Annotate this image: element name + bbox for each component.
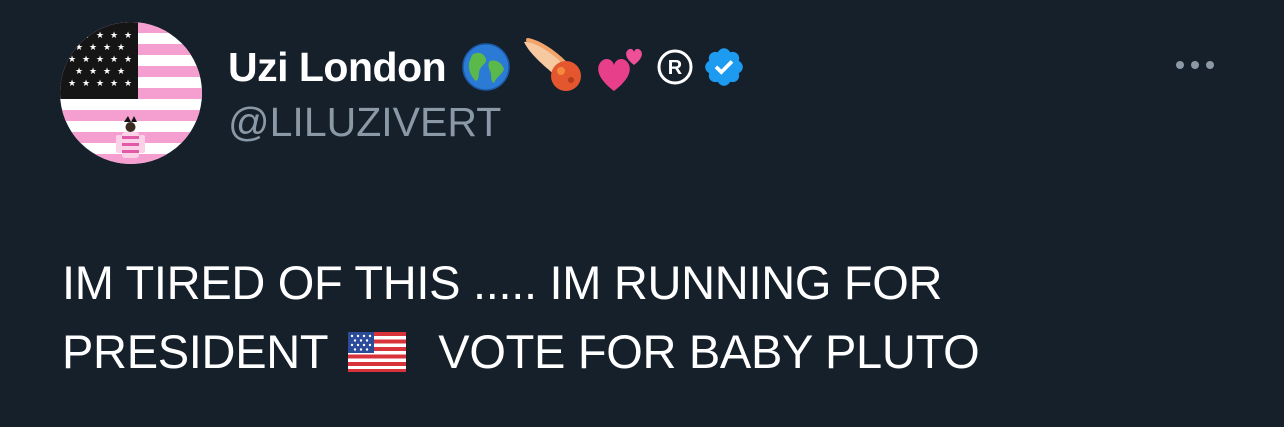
svg-text:R: R — [668, 57, 683, 79]
tweet-text-vote: VOTE FOR BABY PLUTO — [438, 325, 980, 378]
two-hearts-icon — [594, 39, 650, 95]
svg-text:★: ★ — [96, 55, 104, 65]
svg-text:★: ★ — [117, 43, 125, 53]
more-options-button[interactable] — [1170, 50, 1220, 80]
svg-text:★: ★ — [68, 79, 76, 89]
svg-text:★: ★ — [110, 79, 118, 89]
display-name[interactable]: Uzi London — [228, 46, 447, 88]
comet-icon — [520, 36, 586, 98]
tweet-text: IM TIRED OF THIS ..... IM RUNNING FOR PR… — [62, 248, 1222, 386]
svg-text:★: ★ — [103, 67, 111, 77]
verified-icon[interactable] — [702, 45, 746, 89]
svg-text:★: ★ — [68, 31, 76, 41]
tweet-text-president: PRESIDENT — [62, 325, 329, 378]
svg-text:★: ★ — [96, 79, 104, 89]
globe-icon — [460, 41, 512, 93]
svg-text:★: ★ — [103, 43, 111, 53]
user-handle[interactable]: @LILUZIVERT — [228, 102, 501, 143]
svg-text:★: ★ — [89, 43, 97, 53]
profile-avatar[interactable]: ★ ★ ★ ★ ★ ★ ★ ★ ★ ★ ★ ★ ★ ★ ★ ★ ★ ★ ★ ★ ★ ★ ★ — [60, 22, 202, 164]
svg-text:★: ★ — [82, 79, 90, 89]
svg-text:★: ★ — [124, 31, 132, 41]
svg-text:★: ★ — [110, 55, 118, 65]
svg-text:★: ★ — [124, 55, 132, 65]
svg-text:★: ★ — [117, 67, 125, 77]
svg-text:★: ★ — [96, 31, 104, 41]
svg-text:★: ★ — [68, 55, 76, 65]
registered-icon: R — [656, 48, 694, 86]
svg-text:★: ★ — [75, 67, 83, 77]
svg-text:★: ★ — [124, 79, 132, 89]
svg-text:★: ★ — [82, 55, 90, 65]
tweet-text-line-1: IM TIRED OF THIS ..... IM RUNNING FOR — [62, 256, 943, 309]
tweet-text-line-2: PRESIDENT VOTE FOR BABY PLUTO — [62, 317, 1222, 386]
us-flag-icon — [348, 332, 407, 372]
svg-text:★: ★ — [89, 67, 97, 77]
svg-text:★: ★ — [110, 31, 118, 41]
profile-name-row: Uzi London R — [228, 36, 746, 98]
svg-text:★: ★ — [82, 31, 90, 41]
pink-flag-avatar-image: ★ ★ ★ ★ ★ ★ ★ ★ ★ ★ ★ ★ ★ ★ ★ ★ ★ ★ ★ ★ ★ ★ ★ — [60, 22, 202, 164]
svg-text:★: ★ — [75, 43, 83, 53]
ellipsis-icon — [1176, 61, 1214, 69]
